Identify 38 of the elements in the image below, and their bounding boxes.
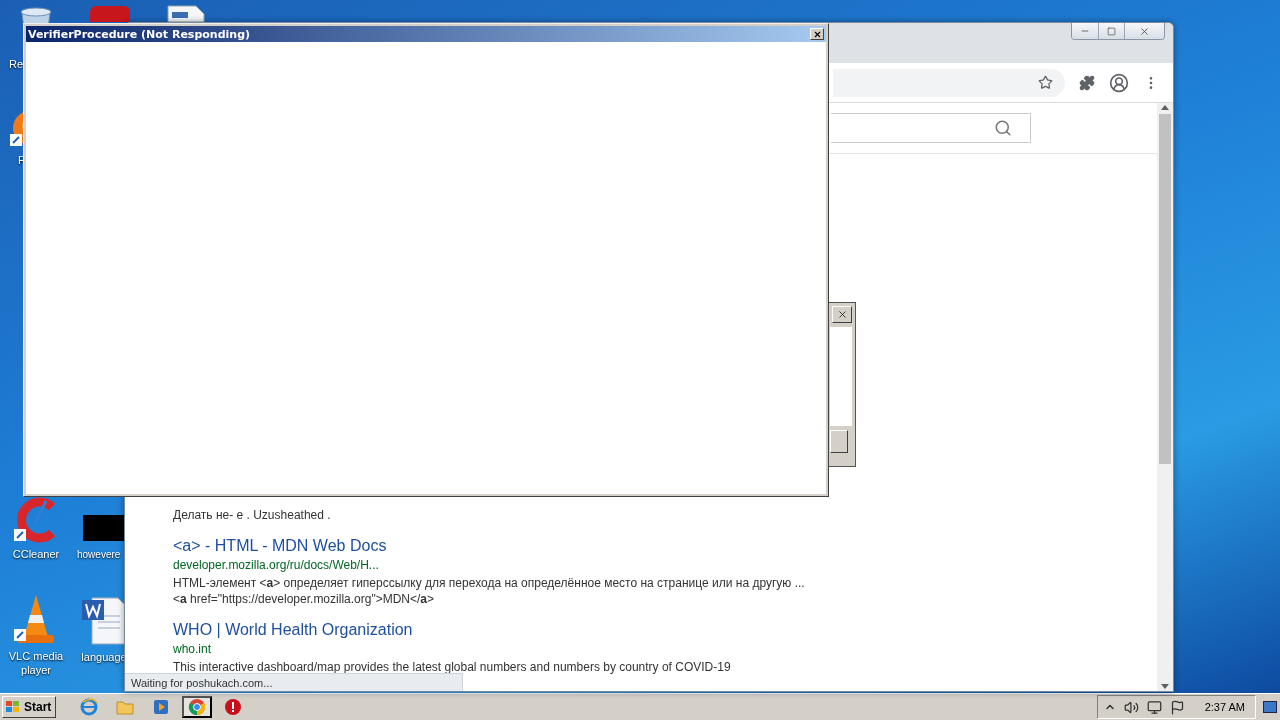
icon-label: VLC media player xyxy=(8,649,64,677)
internet-explorer-icon xyxy=(80,698,99,716)
search-field[interactable] xyxy=(831,113,1031,143)
icon-label: CCleaner xyxy=(12,547,60,561)
result-url: who.int xyxy=(173,642,213,656)
close-icon xyxy=(812,29,822,39)
media-player-icon xyxy=(153,699,170,715)
dialog-button[interactable] xyxy=(830,430,848,453)
status-text: Waiting for poshukach.com... xyxy=(125,673,463,691)
icon-label: language xyxy=(81,650,127,664)
window-title: VerifierProcedure (Not Responding) xyxy=(28,27,251,41)
network-icon[interactable] xyxy=(1146,699,1162,715)
start-button[interactable]: Start xyxy=(2,696,57,718)
result-snippet: This interactive dashboard/map provides the latest global numbers and numbers by country of COVID-19 xyxy=(173,659,732,675)
icon-label: Re xyxy=(9,58,24,70)
folder-icon xyxy=(116,699,135,715)
clock[interactable]: 2:37 AM xyxy=(1204,701,1245,713)
flag-icon[interactable] xyxy=(1169,699,1185,715)
scrollbar[interactable] xyxy=(1157,103,1173,691)
result-title-link[interactable]: WHO | World Health Organization xyxy=(173,621,1157,639)
taskbar-app[interactable] xyxy=(182,696,213,718)
result-snippet: Делать не- е . Uzusheathed . xyxy=(173,507,332,523)
maximize-icon xyxy=(1107,26,1116,36)
search-icon[interactable] xyxy=(994,119,1012,137)
close-icon xyxy=(1139,25,1150,37)
app-icon xyxy=(88,4,132,22)
stop-icon xyxy=(224,698,243,716)
result-snippet: HTML-элемент <a> определяет гиперссылку для перехода на определённое место на странице или на другую ... <a href="https://developer.mozilla.org">MDN</a> xyxy=(173,575,806,607)
bookmark-star-icon[interactable] xyxy=(1038,75,1053,90)
icon-label: howevere xyxy=(77,549,121,560)
result-title-link[interactable]: <a> - HTML - MDN Web Docs xyxy=(173,537,1157,555)
close-icon xyxy=(836,309,848,320)
chrome-icon xyxy=(188,698,207,716)
result-url: developer.mozilla.org/ru/docs/Web/H... xyxy=(173,558,380,572)
windows-logo-icon xyxy=(5,700,21,714)
extensions-icon[interactable] xyxy=(1079,74,1095,91)
profile-icon[interactable] xyxy=(1109,72,1129,93)
speaker-icon[interactable] xyxy=(1123,699,1139,715)
